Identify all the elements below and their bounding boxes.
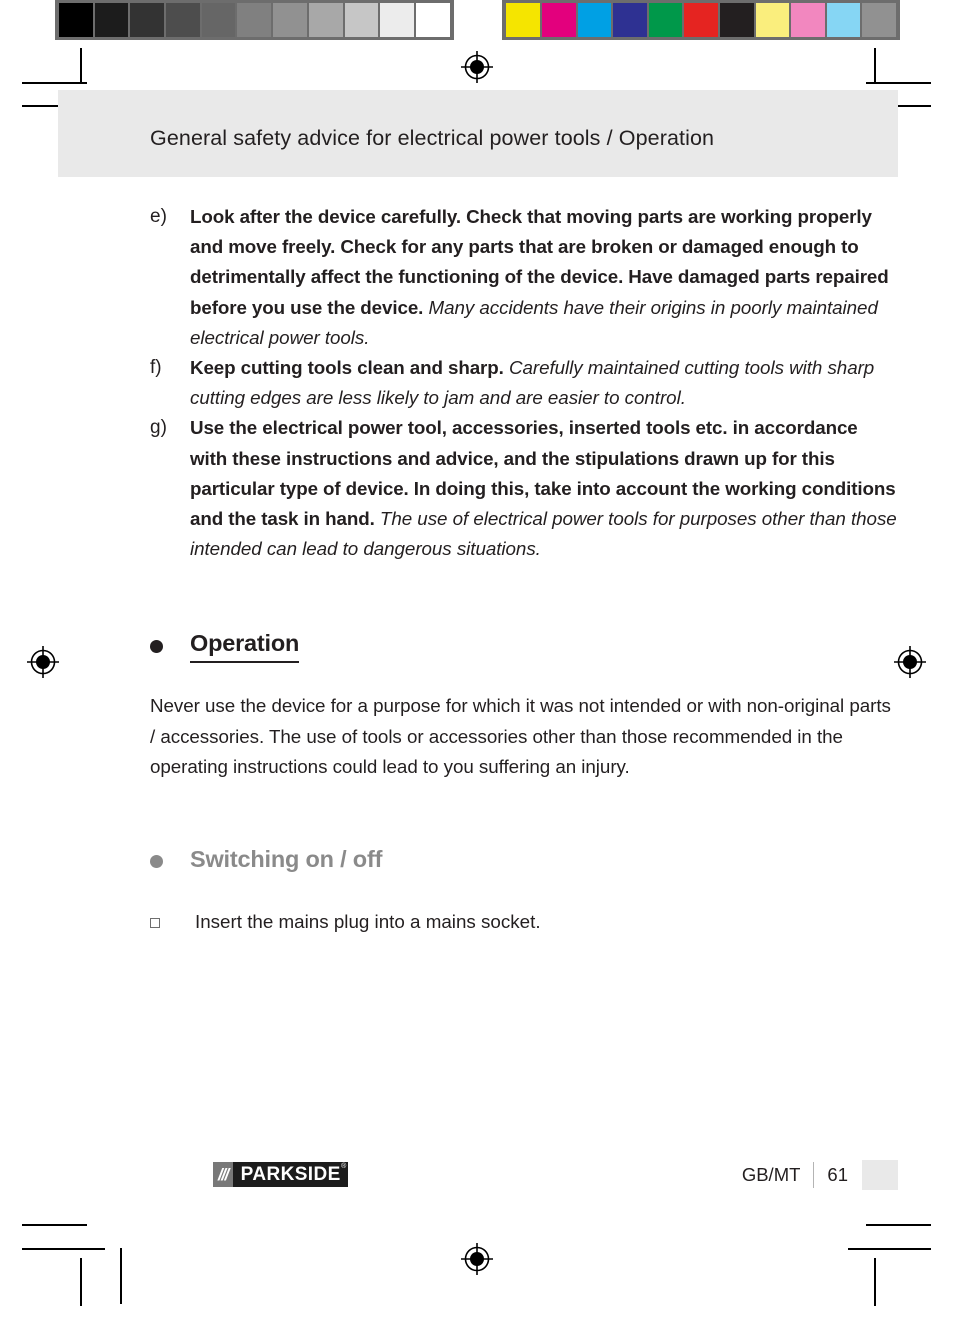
crop-mark-bottom-left-v [80, 1258, 82, 1306]
list-item-marker: e) [150, 206, 167, 227]
list-item-body: Use the electrical power tool, accessori… [190, 413, 898, 564]
logo-wordmark: PARKSIDE ® [232, 1162, 348, 1187]
page-content: e) Look after the device carefully. Chec… [150, 202, 898, 937]
calibration-swatch [613, 3, 647, 37]
list-item-label: Insert the mains plug into a mains socke… [195, 911, 541, 933]
calibration-swatch [166, 3, 200, 37]
registration-mark-bottom [460, 1242, 494, 1276]
list-item: e) Look after the device carefully. Chec… [150, 202, 898, 353]
calibration-swatch [755, 3, 790, 37]
document-page: General safety advice for electrical pow… [58, 90, 898, 1210]
calibration-swatch [201, 3, 236, 37]
section-operation: Operation Never use the device for a pur… [150, 630, 898, 782]
calibration-swatch [720, 3, 754, 37]
crop-mark-top-left-h1 [22, 82, 87, 84]
calibration-swatch [273, 3, 307, 37]
square-bullet-icon [150, 907, 195, 933]
crop-mark-bottom-left-h1 [22, 1224, 87, 1226]
list-item-marker: f) [150, 357, 162, 379]
crop-mark-bottom-right-v [874, 1258, 876, 1306]
crop-mark-bottom-right-h2 [848, 1248, 931, 1250]
calibration-swatch [94, 3, 129, 37]
calibration-swatch [577, 3, 612, 37]
list-item: g) Use the electrical power tool, access… [150, 413, 898, 564]
calibration-swatch [380, 3, 414, 37]
locale-label: GB/MT [741, 1164, 801, 1185]
section-heading-label: Switching on / off [190, 846, 383, 873]
crop-mark-bottom-right-h1 [866, 1224, 931, 1226]
logo-slashes-icon: /// [213, 1162, 233, 1187]
calibration-swatch [506, 3, 541, 37]
safety-advice-list: e) Look after the device carefully. Chec… [150, 202, 898, 564]
calibration-swatch [648, 3, 683, 37]
calibration-swatch [130, 3, 165, 37]
calibration-swatch [791, 3, 825, 37]
calibration-swatch [542, 3, 576, 37]
color-calibration-bar [502, 0, 900, 40]
section-operation-paragraph: Never use the device for a purpose for w… [150, 695, 891, 777]
calibration-swatch [308, 3, 343, 37]
list-item: Insert the mains plug into a mains socke… [150, 907, 898, 937]
registration-mark-top [460, 50, 494, 84]
section-operation-heading: Operation [150, 630, 898, 664]
page-number: 61 [827, 1164, 848, 1185]
page-footer: /// PARKSIDE ® GB/MT 61 [150, 1160, 898, 1193]
section-heading-label: Operation [190, 630, 299, 664]
crop-mark-top-right-v [874, 48, 876, 84]
registration-mark-right [893, 645, 927, 679]
page-edge-tab [862, 1160, 898, 1190]
calibration-swatch [344, 3, 379, 37]
list-item: f) Keep cutting tools clean and sharp. C… [150, 353, 898, 413]
parkside-logo: /// PARKSIDE ® [213, 1162, 348, 1187]
bullet-dot-icon [150, 640, 163, 654]
list-item-body: Look after the device carefully. Check t… [190, 202, 898, 353]
registered-trademark-icon: ® [341, 1163, 347, 1170]
list-item-body: Keep cutting tools clean and sharp. Care… [190, 353, 898, 413]
calibration-swatch [826, 3, 861, 37]
calibration-swatch [415, 3, 450, 37]
section-switching-heading: Switching on / off [150, 846, 898, 877]
switching-steps-list: Insert the mains plug into a mains socke… [150, 907, 898, 937]
calibration-swatch [684, 3, 718, 37]
list-item-marker: g) [150, 417, 167, 439]
print-calibration-bars [55, 0, 900, 40]
page-title: General safety advice for electrical pow… [150, 126, 715, 150]
logo-word-text: PARKSIDE [240, 1164, 341, 1185]
grayscale-calibration-bar [55, 0, 454, 40]
crop-mark-top-left-v [80, 48, 82, 84]
crop-mark-inner-bottom-left-v [120, 1248, 122, 1304]
section-switching: Switching on / off Insert the mains plug… [150, 846, 898, 937]
list-item-lead: Keep cutting tools clean and sharp. [190, 357, 504, 379]
calibration-swatch [237, 3, 272, 37]
calibration-swatch [59, 3, 93, 37]
calibration-swatch [862, 3, 896, 37]
footer-page-info: GB/MT 61 [741, 1160, 898, 1190]
registration-mark-left [26, 645, 60, 679]
crop-mark-bottom-left-h2 [22, 1248, 105, 1250]
bullet-dot-icon [150, 855, 163, 869]
